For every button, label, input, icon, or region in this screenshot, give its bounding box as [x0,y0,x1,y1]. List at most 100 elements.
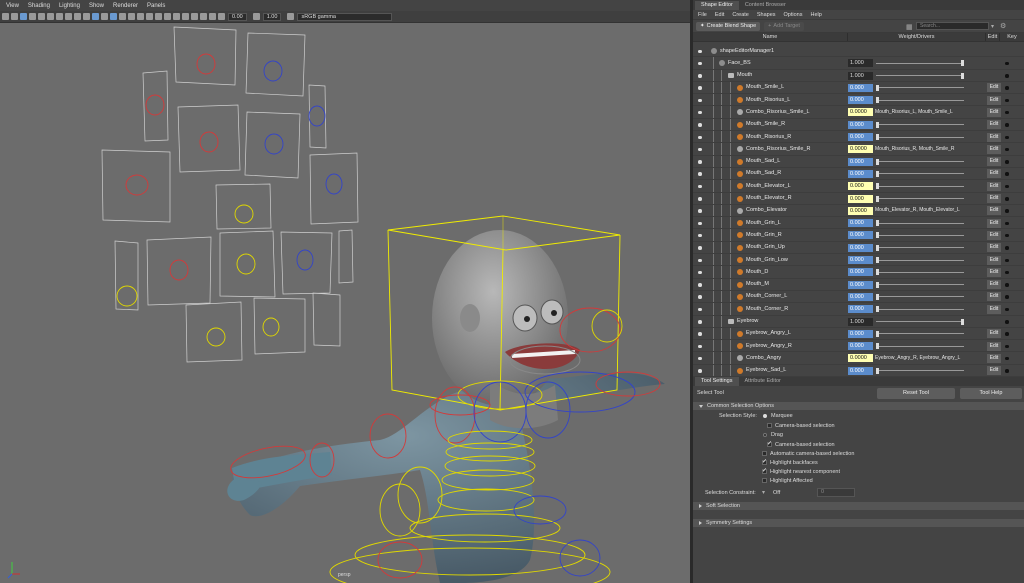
edit-button[interactable]: Edit [987,280,1001,290]
edit-button[interactable]: Edit [987,366,1001,376]
weight-field[interactable]: 0.0000 [848,145,873,154]
visibility-icon[interactable] [698,344,702,349]
shape-row[interactable]: Mouth_Grin_Low 0.000 Edit [693,254,1024,267]
key-icon[interactable] [1005,295,1009,299]
weight-slider[interactable] [876,136,964,138]
visibility-icon[interactable] [698,197,702,201]
soft-selection-section[interactable]: Soft Selection [693,502,1024,510]
image-plane-icon[interactable] [29,13,36,20]
weight-field[interactable]: 0.000 [848,256,873,265]
film-gate-icon[interactable] [47,13,54,20]
slider-handle[interactable] [876,306,879,313]
shape-row[interactable]: Mouth_Sad_L 0.000 Edit [693,155,1024,168]
weight-field[interactable]: 0.000 [848,133,873,142]
edit-button[interactable]: Edit [987,95,1001,105]
shape-row[interactable]: Mouth_M 0.000 Edit [693,278,1024,291]
key-icon[interactable] [1005,258,1009,263]
slider-handle[interactable] [876,121,879,128]
highlight-affected-checkbox[interactable] [762,478,767,483]
shape-row[interactable]: Mouth_Risorius_L 0.000 Edit [693,94,1024,107]
camera-icon[interactable] [2,13,9,20]
tab-attribute-editor[interactable]: Attribute Editor [739,377,787,386]
weight-field[interactable]: 0.000 [848,305,873,314]
viewport-canvas[interactable] [0,23,690,583]
edit-button[interactable]: Edit [987,83,1001,93]
edit-button[interactable]: Edit [987,107,1001,117]
weight-field[interactable]: 0.000 [848,182,873,191]
visibility-icon[interactable] [698,86,702,90]
shape-row[interactable]: Mouth_Risorius_R 0.000 Edit [693,131,1024,144]
shape-row[interactable]: shapeEditorManager1 [693,45,1024,58]
weight-field[interactable]: 0.000 [848,83,873,92]
color-space-dropdown[interactable]: sRGB gamma [297,12,393,21]
weight-field[interactable]: 0.000 [848,329,873,338]
highlight-nearest-checkbox[interactable] [762,467,767,474]
key-icon[interactable] [1005,221,1009,226]
key-icon[interactable] [1005,61,1009,66]
slider-handle[interactable] [876,220,879,227]
weight-slider[interactable] [876,185,964,187]
column-key[interactable]: Key [1000,33,1024,41]
key-icon[interactable] [1005,184,1009,189]
menu-edit[interactable]: Edit [715,12,724,18]
visibility-icon[interactable] [698,74,702,78]
exposure-field[interactable]: 0.00 [228,12,247,21]
key-icon[interactable] [1005,332,1009,336]
weight-field[interactable]: 0.000 [848,169,873,178]
weight-slider[interactable] [876,124,964,126]
drag-radio[interactable] [763,433,767,437]
reset-tool-button[interactable]: Reset Tool [877,388,955,399]
shape-row[interactable]: Eyebrow 1.000 [693,315,1024,328]
automatic-camera-based-checkbox[interactable] [762,451,767,456]
grid-icon[interactable] [38,13,45,20]
xray-active-icon[interactable] [209,13,216,20]
slider-handle[interactable] [876,367,879,374]
visibility-icon[interactable] [698,209,702,213]
visibility-icon[interactable] [698,98,702,103]
slider-handle[interactable] [876,281,879,288]
weight-field[interactable]: 0.000 [848,342,873,351]
key-icon[interactable] [1005,369,1009,373]
menu-lighting[interactable]: Lighting [59,3,80,9]
field-chart-icon[interactable] [74,13,81,20]
visibility-icon[interactable] [698,356,702,361]
weight-field[interactable]: 0.000 [848,96,873,105]
gamma-field[interactable]: 1.00 [262,12,282,21]
weight-field[interactable]: 0.000 [848,219,873,228]
exposure-icon[interactable] [218,13,225,20]
key-icon[interactable] [1005,356,1009,361]
wireframe-on-shaded-icon[interactable] [110,13,117,20]
weight-slider[interactable] [876,284,964,286]
menu-shapes[interactable]: Shapes [757,12,776,18]
shape-row[interactable]: Mouth_Grin_Up 0.000 Edit [693,241,1024,255]
slider-handle[interactable] [876,293,879,300]
settings-icon[interactable]: ⚙ [1000,22,1006,30]
wireframe-icon[interactable] [92,13,99,20]
lights-icon[interactable] [137,13,144,20]
slider-handle[interactable] [876,343,879,350]
shape-row[interactable]: Eyebrow_Angry_R 0.000 Edit [693,340,1024,353]
weight-field[interactable]: 0.000 [848,120,873,129]
symmetry-settings-section[interactable]: Symmetry Settings [693,519,1024,527]
tool-help-button[interactable]: Tool Help [960,388,1022,399]
edit-button[interactable]: Edit [987,218,1001,228]
weight-field[interactable]: 0.0000 [848,206,873,215]
key-icon[interactable] [1005,197,1009,201]
key-icon[interactable] [1005,307,1009,312]
motion-blur-icon[interactable] [164,13,171,20]
visibility-icon[interactable] [698,123,702,127]
edit-button[interactable]: Edit [987,329,1001,339]
shape-row[interactable]: Mouth 1.000 [693,69,1024,82]
slider-handle[interactable] [876,195,879,202]
shape-row[interactable]: Mouth_Smile_R 0.000 Edit [693,118,1024,132]
slider-handle[interactable] [876,330,879,337]
weight-field[interactable]: 1.000 [848,317,873,326]
color-management-icon[interactable] [287,13,295,20]
key-icon[interactable] [1005,123,1009,127]
menu-options[interactable]: Options [784,12,803,18]
weight-field[interactable]: 0.000 [848,231,873,240]
slider-handle[interactable] [876,257,879,264]
weight-slider[interactable] [876,247,964,249]
weight-slider[interactable] [876,198,964,200]
slider-handle[interactable] [876,158,879,165]
